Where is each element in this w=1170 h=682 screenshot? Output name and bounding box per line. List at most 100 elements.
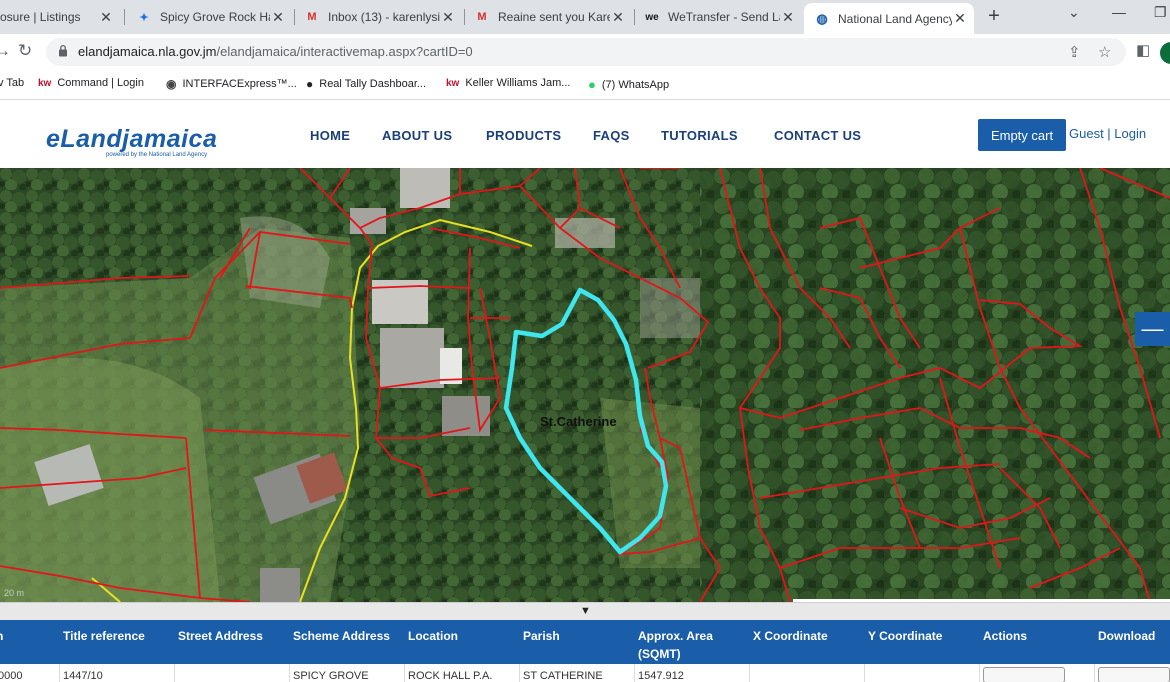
close-icon[interactable]: ✕ (610, 9, 626, 26)
cell-divider (634, 664, 635, 682)
tab-national-land-agency[interactable]: ◍ National Land Agency ✕ (804, 3, 974, 34)
url-host: elandjamaica.nla.gov.jm (78, 44, 217, 59)
cell-divider (864, 664, 865, 682)
bookmark-label: Keller Williams Jam... (465, 77, 571, 89)
tab-title: Reaine sent you Karen (498, 10, 610, 24)
sidebar-icon[interactable]: ◧ (1136, 41, 1150, 59)
tab-separator (124, 9, 125, 25)
browser-toolbar: → ↻ elandjamaica.nla.gov.jm/elandjamaica… (0, 34, 1170, 70)
nav-about-us[interactable]: ABOUT US (382, 128, 452, 143)
browser-tab-strip: osure | Listings ✕ ✦ Spicy Grove Rock Ha… (0, 0, 1170, 34)
globe-icon: ◍ (816, 10, 828, 26)
nav-products[interactable]: PRODUCTS (486, 128, 561, 143)
minimize-icon[interactable]: — (1112, 4, 1126, 20)
map-scale: 20 m (4, 588, 25, 598)
tab-title: osure | Listings (0, 10, 81, 24)
logo-subtitle: powered by the National Land Agency (106, 152, 208, 158)
satellite-imagery (0, 168, 1170, 602)
cell-parish: ST CATHERINE (523, 670, 603, 682)
col-header-location: Location (408, 629, 458, 643)
table-row[interactable]: 0000 1447/10 SPICY GROVE ROCK HALL P.A. … (0, 664, 1170, 682)
cell-divider (174, 664, 175, 682)
tab-reaine[interactable]: M Reaine sent you Karen ✕ (468, 3, 632, 31)
cell-approx-area: 1547.912 (638, 670, 684, 682)
bookmark-new-tab[interactable]: v Tab (0, 77, 24, 89)
tab-listings[interactable]: osure | Listings ✕ (0, 3, 120, 31)
forward-icon[interactable]: → (0, 41, 11, 61)
cell-divider (519, 664, 520, 682)
site-logo[interactable]: eLandjamaica powered by the National Lan… (46, 125, 218, 158)
gmail-icon: M (477, 11, 487, 23)
cell-divider (289, 664, 290, 682)
nav-tutorials[interactable]: TUTORIALS (661, 128, 738, 143)
zoom-out-button[interactable]: — (1135, 312, 1170, 346)
kw-icon: kw (38, 77, 52, 89)
whatsapp-icon: ● (588, 77, 596, 92)
tab-title: Inbox (13) - karenlysig (328, 10, 440, 24)
bookmark-real-tally[interactable]: ● Real Tally Dashboar... (306, 77, 426, 91)
new-tab-button[interactable]: + (984, 5, 1004, 27)
cell-title-reference: 1447/10 (63, 670, 103, 682)
bookmark-keller-williams[interactable]: kw Keller Williams Jam... (446, 77, 570, 89)
empty-cart-button[interactable]: Empty cart (978, 119, 1066, 151)
chevron-down-icon: ▼ (580, 605, 591, 617)
url-text: elandjamaica.nla.gov.jm/elandjamaica/int… (78, 44, 473, 59)
bookmark-whatsapp[interactable]: ● (7) WhatsApp (588, 77, 669, 92)
kw-icon: kw (446, 77, 460, 89)
col-header-parish: Parish (523, 629, 560, 643)
site-header: eLandjamaica powered by the National Lan… (0, 101, 1170, 168)
butterfly-icon: ✦ (139, 11, 149, 24)
tab-inbox[interactable]: M Inbox (13) - karenlysig ✕ (298, 3, 462, 31)
col-header-scheme-address: Scheme Address (293, 629, 390, 643)
bookmark-command-login[interactable]: kw Command | Login (38, 77, 144, 89)
close-icon[interactable]: ✕ (952, 10, 968, 27)
bookmark-label: Real Tally Dashboar... (319, 78, 427, 90)
tab-spicy-grove[interactable]: ✦ Spicy Grove Rock Hall ✕ (130, 3, 292, 31)
cell-location: ROCK HALL P.A. (408, 670, 493, 682)
logo-text: eLandjamaica (46, 125, 218, 153)
col-header-title-reference: Title reference (63, 629, 145, 643)
cell-divider (404, 664, 405, 682)
close-icon[interactable]: ✕ (440, 9, 456, 26)
gmail-icon: M (307, 11, 317, 23)
tab-separator (634, 9, 635, 25)
action-button[interactable] (983, 667, 1065, 682)
col-header-approx-area: Approx. Area (SQMT) (638, 629, 713, 661)
cell-divider (59, 664, 60, 682)
cell-divider (749, 664, 750, 682)
close-icon[interactable]: ✕ (780, 9, 796, 26)
download-button[interactable] (1098, 667, 1170, 682)
tab-title: WeTransfer - Send Lar (668, 10, 780, 24)
col-header-n: n (0, 627, 3, 645)
lock-icon (59, 44, 67, 57)
parish-label: St.Catherine (540, 414, 617, 429)
col-header-x-coordinate: X Coordinate (753, 629, 828, 643)
tab-separator (464, 9, 465, 25)
nav-home[interactable]: HOME (310, 128, 350, 143)
close-icon[interactable]: ✕ (98, 9, 114, 26)
star-icon[interactable]: ☆ (1098, 43, 1111, 61)
nav-faqs[interactable]: FAQS (593, 128, 630, 143)
close-icon[interactable]: ✕ (270, 9, 286, 26)
col-header-actions: Actions (983, 629, 1028, 643)
bookmark-interfacexpress[interactable]: ◉ INTERFACExpress™... (166, 77, 297, 91)
restore-icon[interactable]: ❐ (1154, 4, 1167, 21)
col-header-download: Download (1098, 629, 1156, 643)
results-panel-toggle[interactable]: ▼ (0, 602, 1170, 620)
nav-contact-us[interactable]: CONTACT US (774, 128, 861, 143)
tab-wetransfer[interactable]: we WeTransfer - Send Lar ✕ (638, 3, 802, 31)
cell-divider (1094, 664, 1095, 682)
tab-title: Spicy Grove Rock Hall (160, 10, 270, 24)
guest-login-link[interactable]: Guest | Login (1069, 126, 1146, 141)
wetransfer-icon: we (645, 11, 659, 23)
share-icon[interactable]: ⇪ (1068, 43, 1081, 61)
tab-search-icon[interactable]: ⌄ (1068, 4, 1080, 21)
bookmark-label: INTERFACExpress™... (182, 78, 297, 90)
bookmark-label: (7) WhatsApp (601, 78, 670, 91)
address-bar[interactable]: elandjamaica.nla.gov.jm/elandjamaica/int… (46, 38, 1126, 66)
reload-icon[interactable]: ↻ (18, 41, 32, 61)
cell-scheme-address: SPICY GROVE (293, 670, 369, 682)
bookmark-label: Command | Login (57, 77, 144, 89)
tab-separator (294, 9, 295, 25)
interactive-map[interactable]: St.Catherine — 20 m (0, 168, 1170, 602)
